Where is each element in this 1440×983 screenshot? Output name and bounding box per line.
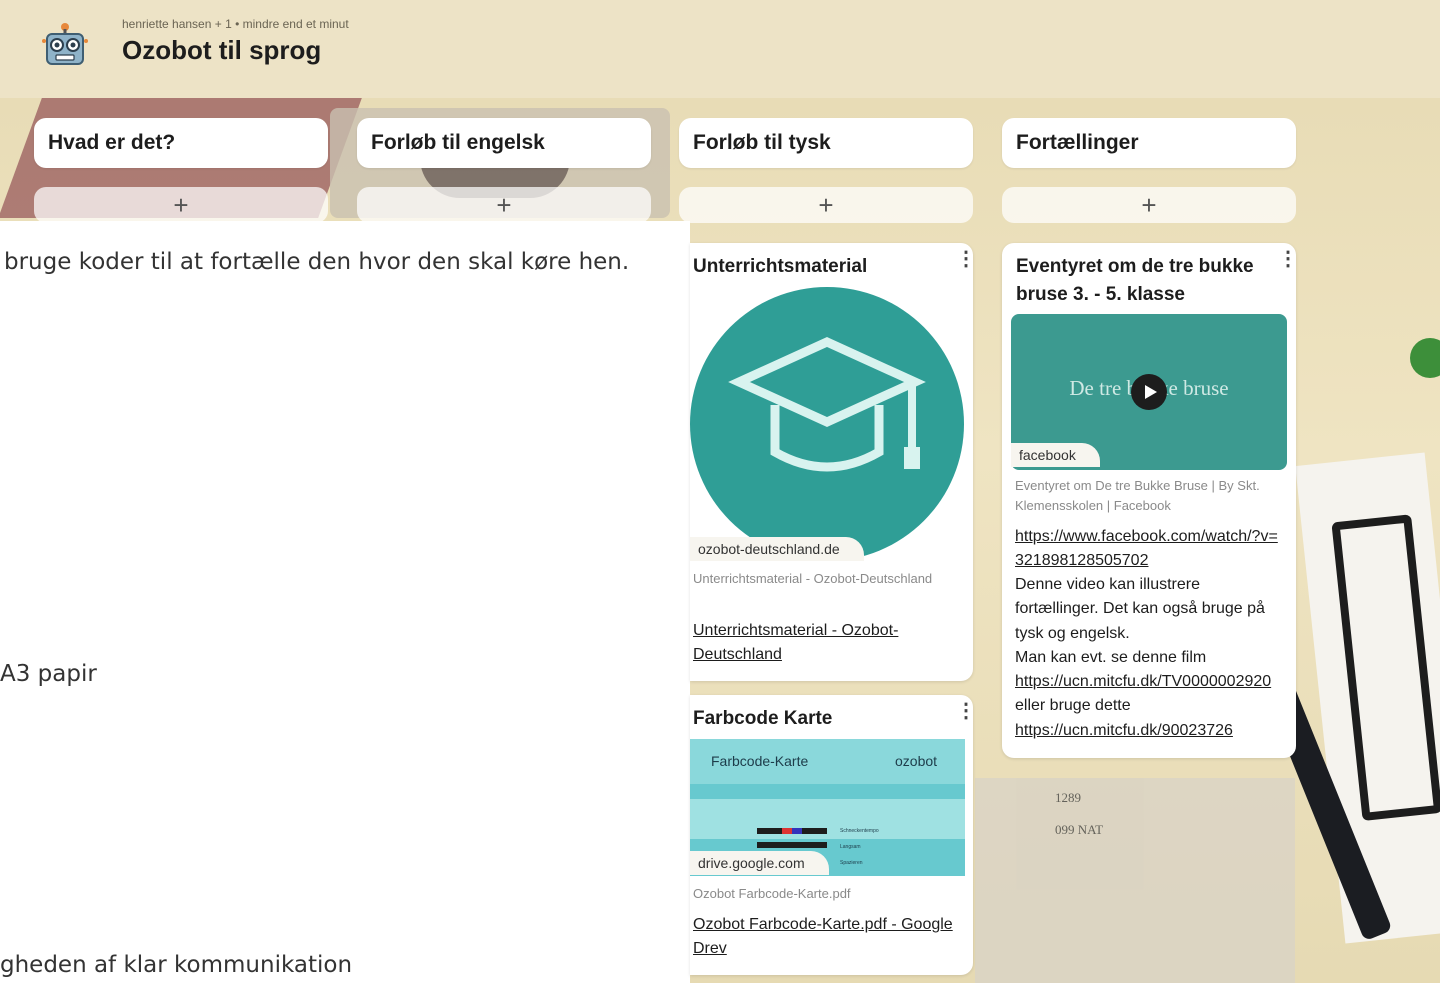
post-thumbnail[interactable] [690, 287, 965, 562]
column-title: Hvad er det? [48, 131, 176, 154]
post-card-unterrichtsmaterial[interactable]: Unterrichtsmaterial ⋮ ozobot-deutschland… [690, 243, 973, 681]
photo-label-b: 099 NAT [1055, 822, 1104, 837]
column-title: Forløb til tysk [693, 131, 831, 154]
post-link-subtitle: Eventyret om De tre Bukke Bruse | By Skt… [1015, 478, 1260, 513]
post-link-source: drive.google.com [690, 851, 829, 875]
column-header-hvad[interactable]: Hvad er det? [34, 118, 328, 168]
thumb-heading: Farbcode-Karte [711, 753, 809, 769]
post-card-eventyret[interactable]: Eventyret om de tre bukke bruse 3. - 5. … [1002, 243, 1296, 758]
ozobot-logo-text: ozobot [895, 753, 938, 769]
post-link-source: ozobot-deutschland.de [690, 537, 864, 561]
board-header: henriette hansen + 1 • mindre end et min… [15, 5, 1430, 98]
post-body-text: Denne video kan illustrere fortællinger.… [1015, 573, 1285, 743]
post-link[interactable]: Ozobot Farbcode-Karte.pdf - Google Drev [693, 913, 953, 961]
post-menu-icon[interactable]: ⋮ [956, 701, 973, 721]
column-header-engelsk[interactable]: Forløb til engelsk [357, 118, 651, 168]
post-link[interactable]: https://www.facebook.com/watch/?v=321898… [1015, 525, 1285, 573]
post-card-farbcode[interactable]: Farbcode Karte ⋮ Farbcode-Karte ozobot S… [690, 695, 973, 975]
thumb-row: Spazieren [840, 860, 863, 866]
post-body-line: eller bruge dette [1015, 697, 1131, 715]
post-title: Farbcode Karte [693, 708, 833, 729]
post-body-line: Man kan evt. se denne film [1015, 648, 1207, 666]
post-text-line: gheden af klar kommunikation [0, 952, 353, 978]
column-title: Forløb til engelsk [371, 131, 545, 154]
photo-green-cap [1410, 338, 1440, 378]
column-title: Fortællinger [1016, 131, 1139, 154]
post-body-link[interactable]: https://ucn.mitcfu.dk/90023726 [1015, 722, 1233, 739]
play-icon[interactable] [1131, 374, 1167, 410]
thumb-row: Schneckentempo [840, 828, 879, 834]
post-title: Unterrichtsmaterial [693, 256, 868, 277]
graduation-cap-icon [690, 287, 965, 562]
add-post-button[interactable]: + [357, 187, 651, 223]
add-post-button[interactable]: + [679, 187, 973, 223]
post-link-source: facebook [1011, 443, 1100, 467]
post-text-line: bruge koder til at fortælle den hvor den… [4, 249, 630, 275]
post-link-subtitle: Ozobot Farbcode-Karte.pdf [693, 886, 851, 901]
expanded-post-text: bruge koder til at fortælle den hvor den… [0, 221, 690, 983]
post-link[interactable]: Unterrichtsmaterial - Ozobot-Deutschland [693, 619, 953, 667]
column-header-fortaellinger[interactable]: Fortællinger [1002, 118, 1296, 168]
post-menu-icon[interactable]: ⋮ [956, 249, 973, 269]
robot-avatar-icon [42, 23, 88, 65]
column-header-tysk[interactable]: Forløb til tysk [679, 118, 973, 168]
photo-stickers: 1289 099 NAT [975, 778, 1295, 983]
post-title: Eventyret om de tre bukke bruse 3. - 5. … [1016, 256, 1254, 305]
post-text-line: A3 papir [0, 661, 97, 687]
thumb-row: Langsam [840, 844, 861, 850]
board-title: Ozobot til sprog [122, 35, 322, 65]
post-body-link[interactable]: https://ucn.mitcfu.dk/TV0000002920 [1015, 673, 1271, 690]
add-post-button[interactable]: + [34, 187, 328, 223]
board-meta: henriette hansen + 1 • mindre end et min… [122, 17, 349, 31]
post-link-subtitle: Unterrichtsmaterial - Ozobot-Deutschland [693, 571, 933, 586]
post-menu-icon[interactable]: ⋮ [1278, 249, 1296, 269]
post-body-line: Denne video kan illustrere fortællinger.… [1015, 576, 1265, 642]
photo-label-a: 1289 [1055, 790, 1081, 805]
add-post-button[interactable]: + [1002, 187, 1296, 223]
